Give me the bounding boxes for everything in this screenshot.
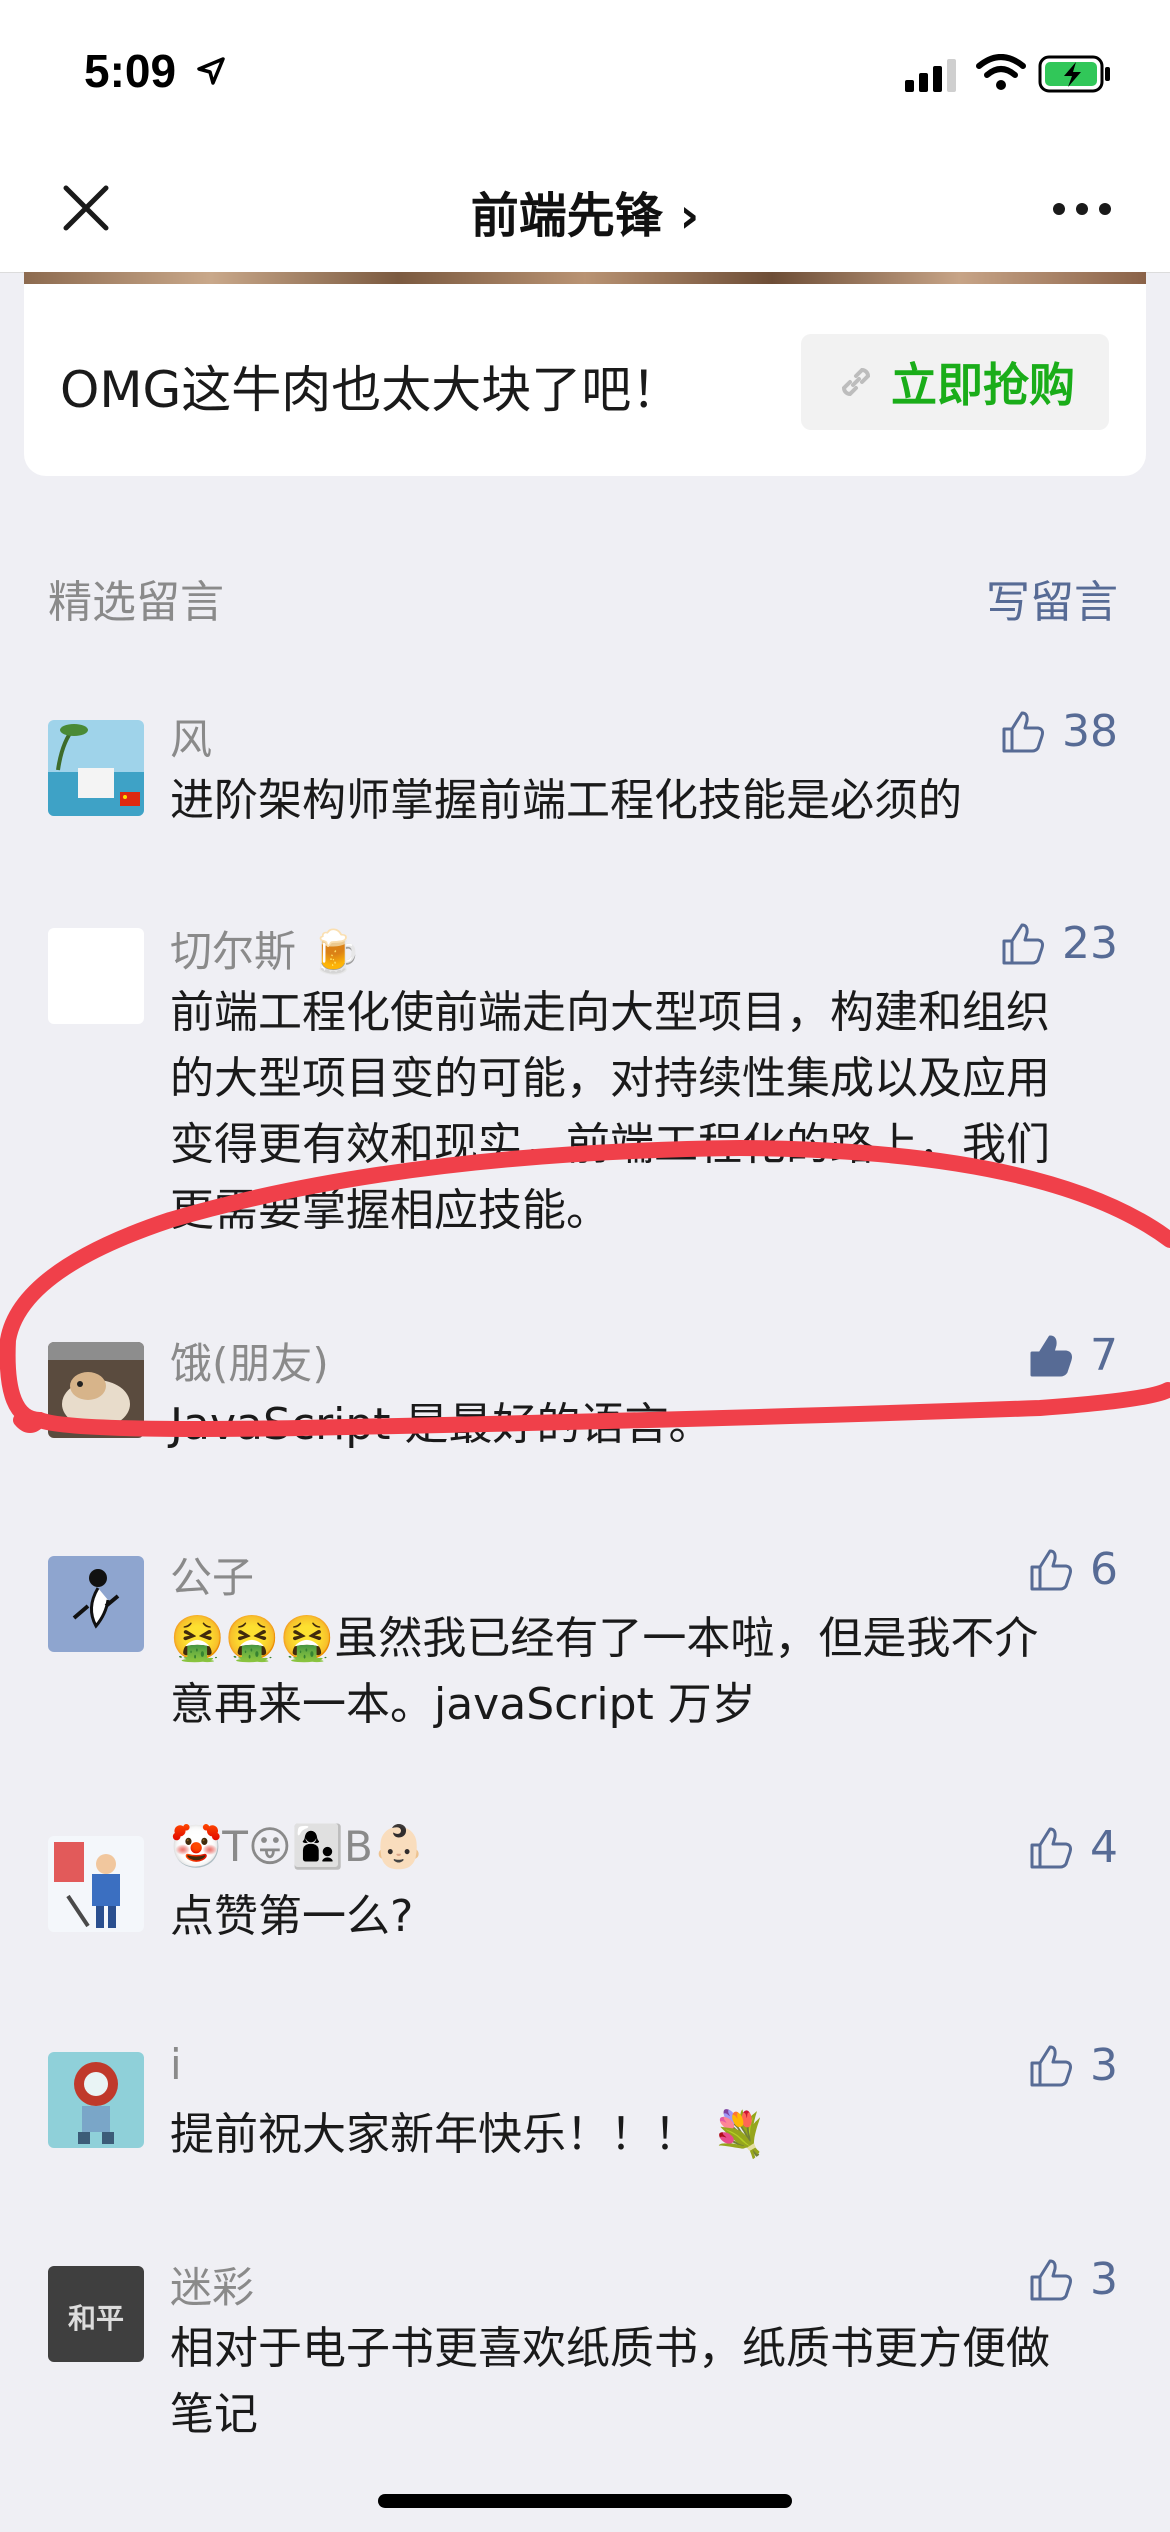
comment-author[interactable]: 公子	[170, 1544, 254, 1605]
more-options-icon[interactable]	[1052, 202, 1112, 216]
like-count: 4	[1090, 1822, 1118, 1873]
comment-text: 进阶架构师掌握前端工程化技能是必须的	[170, 775, 962, 826]
comment-text: 提前祝大家新年快乐！！！ 💐	[170, 2109, 767, 2160]
like-button[interactable]: 3	[1028, 2040, 1118, 2091]
thumbs-up-icon	[1030, 2259, 1072, 2300]
buy-now-button[interactable]: 立即抢购	[801, 334, 1109, 430]
avatar-text: 和平	[68, 2302, 124, 2335]
like-count: 23	[1062, 918, 1118, 969]
avatar[interactable]	[48, 720, 144, 816]
thumbs-up-icon	[1030, 1827, 1072, 1868]
like-button[interactable]: 4	[1028, 1822, 1118, 1873]
write-comment-link[interactable]: 写留言	[986, 566, 1118, 630]
thumbs-up-icon	[1002, 923, 1044, 964]
comment-text: 点赞第一么?	[170, 1891, 414, 1942]
like-count: 38	[1062, 706, 1118, 757]
navigation-bar: 前端先锋 ›	[0, 150, 1170, 273]
comment-author[interactable]: 风	[170, 706, 212, 767]
thumbs-up-icon	[1030, 2045, 1072, 2086]
avatar[interactable]	[48, 1556, 144, 1652]
status-bar: 5:09	[0, 0, 1170, 150]
thumbs-up-icon	[1030, 1549, 1072, 1590]
featured-comments-title: 精选留言	[48, 577, 224, 628]
cellular-signal-icon	[905, 59, 956, 92]
location-arrow-icon	[197, 57, 225, 85]
comment-author[interactable]: 迷彩	[170, 2254, 254, 2315]
avatar[interactable]: 和平	[48, 2266, 144, 2362]
buy-now-label: 立即抢购	[891, 358, 1075, 412]
home-indicator[interactable]	[378, 2494, 792, 2508]
avatar[interactable]	[48, 1836, 144, 1932]
annotation-circle	[0, 1139, 1170, 1437]
like-count: 6	[1090, 1544, 1118, 1595]
comment-text: 🤮🤮🤮虽然我已经有了一本啦，但是我不介意再来一本。javaScript 万岁	[170, 1613, 1039, 1730]
product-caption: OMG这牛肉也太大块了吧！	[60, 361, 682, 419]
product-card: OMG这牛肉也太大块了吧！ 立即抢购	[24, 272, 1146, 476]
avatar[interactable]	[48, 2052, 144, 2148]
like-button[interactable]: 3	[1028, 2254, 1118, 2305]
wifi-icon	[976, 54, 1026, 90]
like-count: 3	[1090, 2254, 1118, 2305]
comment-text: 相对于电子书更喜欢纸质书，纸质书更方便做笔记	[170, 2323, 1050, 2440]
avatar[interactable]	[48, 928, 144, 1024]
like-button[interactable]: 38	[1000, 706, 1118, 757]
comment-author[interactable]: i	[170, 2040, 182, 2089]
account-title[interactable]: 前端先锋 ›	[0, 176, 1170, 246]
battery-charging-icon	[1038, 55, 1110, 93]
thumbs-up-icon	[1002, 711, 1044, 752]
status-time: 5:09	[84, 45, 177, 97]
like-button[interactable]: 23	[1000, 918, 1118, 969]
product-image	[24, 272, 1146, 284]
comment-author[interactable]: 切尔斯 🍺	[170, 918, 362, 979]
link-icon	[841, 367, 871, 397]
like-count: 3	[1090, 2040, 1118, 2091]
comment-author[interactable]: 🤡T😛👩‍👦B👶🏻	[170, 1822, 425, 1872]
like-button[interactable]: 6	[1028, 1544, 1118, 1595]
